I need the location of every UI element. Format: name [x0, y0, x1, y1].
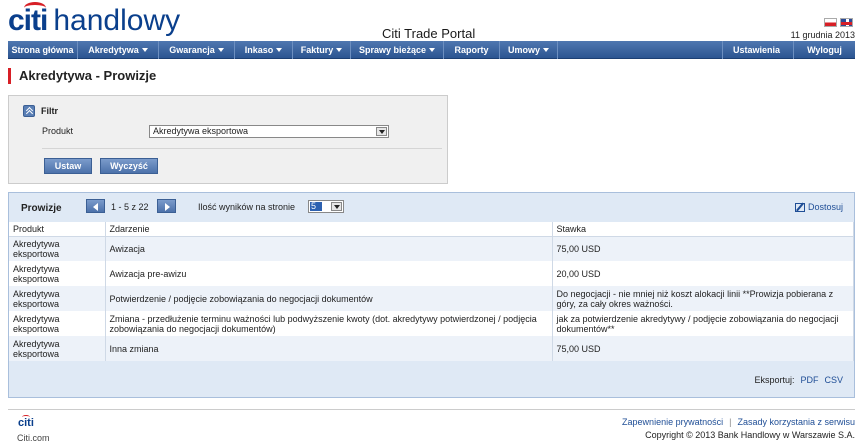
cell-stawka: 20,00 USD — [552, 261, 854, 286]
terms-link[interactable]: Zasady korzystania z serwisu — [737, 417, 855, 427]
nav-label: Raporty — [454, 44, 489, 55]
polish-flag-icon[interactable] — [824, 18, 837, 27]
filter-title: Filtr — [41, 106, 58, 116]
chevron-down-icon — [543, 47, 549, 52]
nav-sprawy-biezace[interactable]: Sprawy bieżące — [351, 40, 444, 59]
results-panel: Prowizje 1 - 5 z 22 Ilość wyników na str… — [8, 192, 855, 398]
collapse-icon[interactable] — [23, 105, 35, 117]
chevron-down-icon — [217, 47, 224, 52]
portal-title: Citi Trade Portal — [382, 26, 476, 41]
per-page-value: 5 — [310, 202, 322, 211]
table-row: Akredytywa eksportowa Zmiana - przedłuże… — [9, 311, 854, 336]
nav-raporty[interactable]: Raporty — [444, 40, 500, 59]
copyright-text: Copyright © 2013 Bank Handlowy w Warszaw… — [645, 430, 855, 440]
nav-gwarancja[interactable]: Gwarancja — [159, 40, 235, 59]
footer-separator: | — [729, 417, 732, 427]
nav-label: Ustawienia — [732, 44, 781, 55]
per-page-label: Ilość wyników na stronie — [198, 202, 296, 212]
nav-label: Faktury — [300, 44, 334, 55]
cell-produkt: Akredytywa eksportowa — [9, 311, 106, 336]
results-header: Prowizje 1 - 5 z 22 Ilość wyników na str… — [9, 193, 854, 221]
export-bar: Eksportuj: PDF CSV — [754, 375, 843, 385]
language-switcher — [824, 18, 853, 27]
filter-panel: Filtr Produkt Akredytywa eksportowa Usta… — [8, 95, 448, 184]
table-row: Akredytywa eksportowa Awizacja 75,00 USD — [9, 236, 854, 261]
page-title: Akredytywa - Prowizje — [19, 68, 157, 83]
cell-zdarzenie: Zmiana - przedłużenie terminu ważności l… — [105, 311, 553, 336]
cell-produkt: Akredytywa eksportowa — [9, 261, 106, 286]
table-row: Akredytywa eksportowa Inna zmiana 75,00 … — [9, 336, 854, 361]
export-label: Eksportuj: — [754, 375, 795, 385]
chevron-down-icon[interactable] — [376, 127, 387, 136]
produkt-select[interactable]: Akredytywa eksportowa — [149, 125, 389, 138]
customize-label: Dostosuj — [807, 202, 843, 212]
commissions-table: Produkt Zdarzenie Stawka Akredytywa eksp… — [9, 222, 854, 361]
customize-link[interactable]: Dostosuj — [794, 202, 843, 212]
filter-divider — [42, 148, 442, 149]
nav-label: Gwarancja — [169, 44, 215, 55]
nav-inkaso[interactable]: Inkaso — [235, 40, 293, 59]
page-title-bar: Akredytywa - Prowizje — [8, 68, 156, 84]
table-row: Akredytywa eksportowa Awizacja pre-awizu… — [9, 261, 854, 286]
column-header-zdarzenie[interactable]: Zdarzenie — [105, 222, 553, 237]
footer-citi-logo[interactable]: citi — [18, 415, 34, 429]
previous-page-button[interactable] — [86, 199, 105, 213]
cell-produkt: Akredytywa eksportowa — [9, 286, 106, 311]
per-page-select[interactable]: 5 — [308, 200, 344, 213]
cell-stawka: Do negocjacji - nie mniej niż koszt alok… — [552, 286, 854, 311]
nav-wyloguj[interactable]: Wyloguj — [793, 40, 855, 59]
cell-produkt: Akredytywa eksportowa — [9, 236, 106, 261]
column-header-stawka[interactable]: Stawka — [552, 222, 854, 237]
export-pdf-link[interactable]: PDF — [800, 375, 818, 385]
edit-icon — [794, 202, 805, 212]
cell-stawka: 75,00 USD — [552, 236, 854, 261]
table-header-row: Produkt Zdarzenie Stawka — [9, 222, 854, 237]
produkt-label: Produkt — [42, 126, 74, 136]
current-date: 11 grudnia 2013 — [790, 30, 855, 40]
cell-zdarzenie: Awizacja pre-awizu — [105, 261, 553, 286]
nav-label: Strona główna — [11, 44, 74, 55]
apply-filter-button[interactable]: Ustaw — [44, 158, 92, 174]
cell-stawka: jak za potwierdzenie akredytywy / podjęc… — [552, 311, 854, 336]
nav-label: Akredytywa — [88, 44, 139, 55]
footer-divider — [8, 409, 855, 410]
results-title: Prowizje — [21, 203, 62, 214]
cell-stawka: 75,00 USD — [552, 336, 854, 361]
chevron-down-icon — [429, 47, 436, 52]
nav-home[interactable]: Strona główna — [8, 40, 78, 59]
chevron-down-icon[interactable] — [331, 202, 342, 211]
nav-label: Umowy — [507, 44, 540, 55]
cell-zdarzenie: Potwierdzenie / podjęcie zobowiązania do… — [105, 286, 553, 311]
english-flag-icon[interactable] — [840, 18, 853, 27]
logo-handlowy-text: handlowy — [53, 4, 181, 37]
next-page-button[interactable] — [157, 199, 176, 213]
chevron-down-icon — [276, 47, 283, 52]
nav-ustawienia[interactable]: Ustawienia — [722, 40, 793, 59]
nav-label: Inkaso — [244, 44, 274, 55]
table-row: Akredytywa eksportowa Potwierdzenie / po… — [9, 286, 854, 311]
cell-produkt: Akredytywa eksportowa — [9, 336, 106, 361]
nav-akredytywa[interactable]: Akredytywa — [78, 40, 159, 59]
logo-arc-icon — [22, 415, 30, 419]
nav-faktury[interactable]: Faktury — [293, 40, 351, 59]
nav-umowy[interactable]: Umowy — [500, 40, 558, 59]
nav-label: Sprawy bieżące — [358, 44, 427, 55]
cell-zdarzenie: Inna zmiana — [105, 336, 553, 361]
pager-range: 1 - 5 z 22 — [111, 202, 149, 212]
filter-header[interactable]: Filtr — [23, 105, 58, 117]
export-csv-link[interactable]: CSV — [824, 375, 843, 385]
produkt-select-value: Akredytywa eksportowa — [153, 126, 249, 136]
logo-arc-icon — [24, 2, 46, 14]
privacy-link[interactable]: Zapewnienie prywatności — [622, 417, 723, 427]
citi-handlowy-logo[interactable]: citi handlowy — [8, 2, 181, 40]
footer-links: Zapewnienie prywatności | Zasady korzyst… — [622, 417, 855, 427]
chevron-down-icon — [141, 47, 148, 52]
nav-label: Wyloguj — [807, 44, 842, 55]
cell-zdarzenie: Awizacja — [105, 236, 553, 261]
footer-site-link[interactable]: Citi.com — [17, 433, 50, 443]
column-header-produkt[interactable]: Produkt — [9, 222, 106, 237]
chevron-down-icon — [336, 47, 343, 52]
main-navigation: Strona główna Akredytywa Gwarancja Inkas… — [8, 40, 855, 59]
clear-filter-button[interactable]: Wyczyść — [100, 158, 158, 174]
